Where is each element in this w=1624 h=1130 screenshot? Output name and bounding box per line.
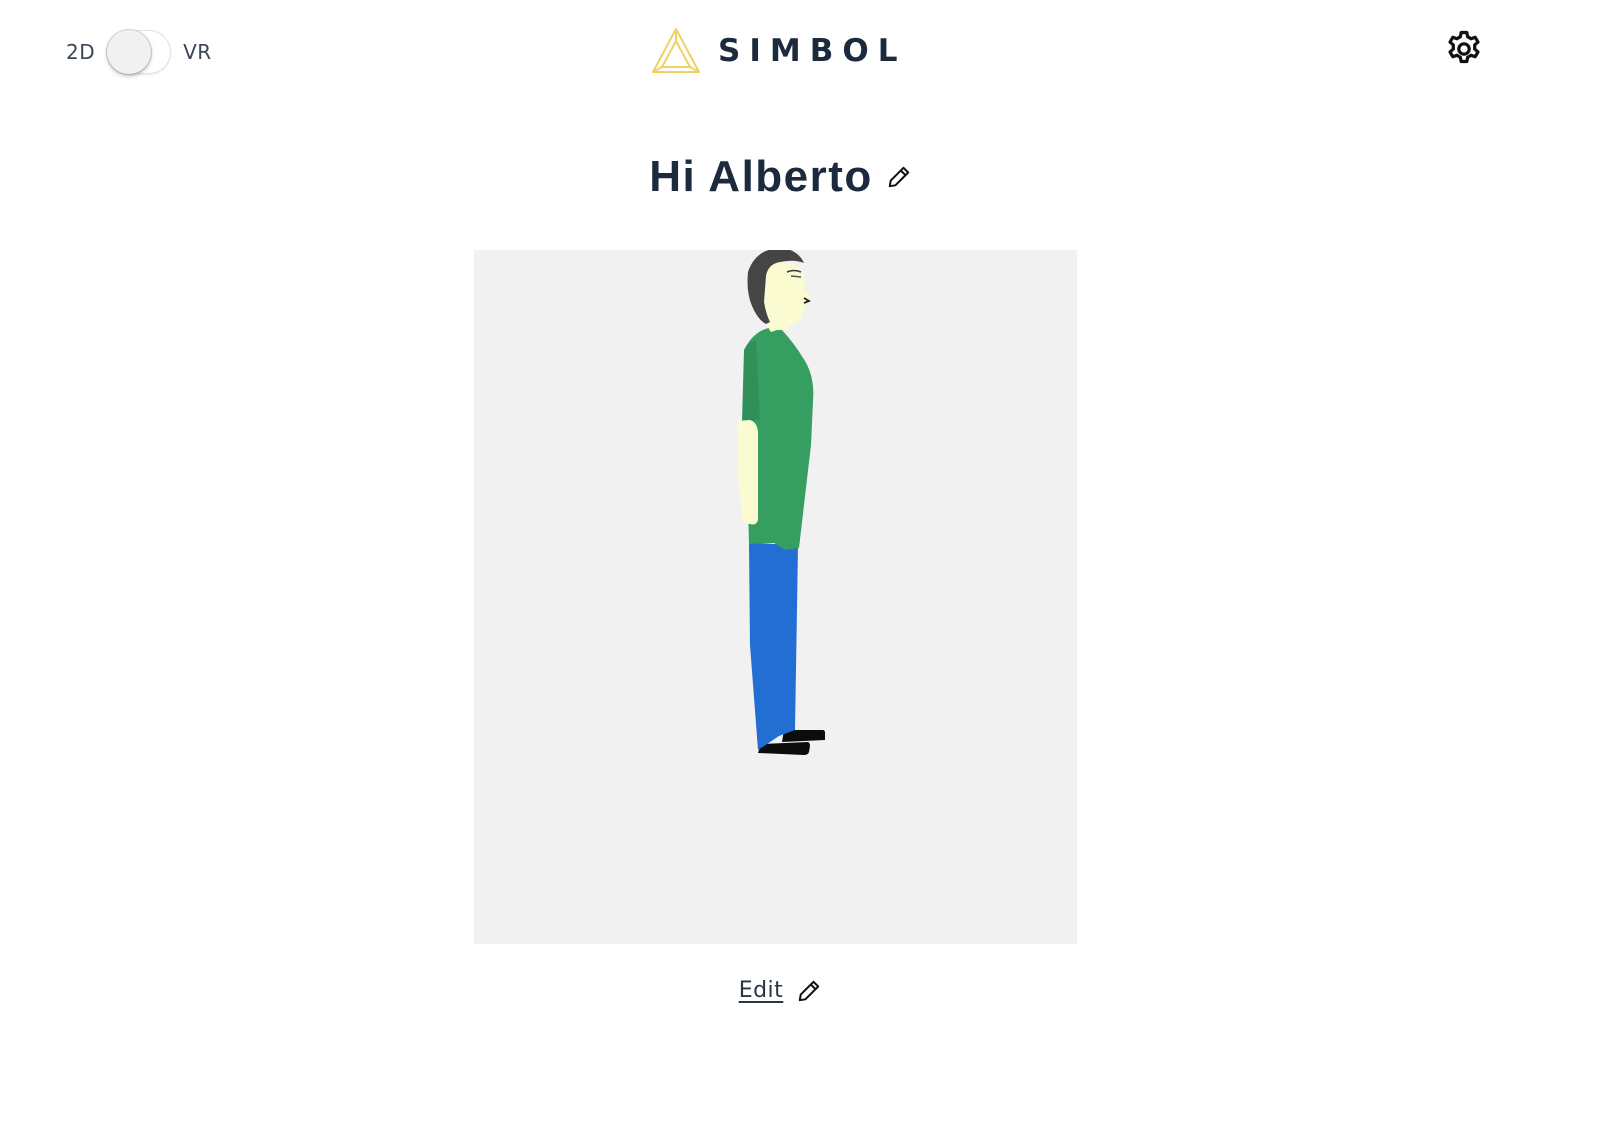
greeting-title: Hi Alberto — [649, 152, 873, 201]
avatar-viewer[interactable] — [474, 250, 1077, 944]
greeting: Hi Alberto — [0, 147, 1560, 207]
avatar-figure[interactable] — [474, 250, 1077, 944]
avatar-eye — [790, 275, 802, 278]
pencil-icon[interactable] — [887, 165, 911, 189]
edit-avatar-link[interactable]: Edit — [739, 978, 784, 1003]
avatar-pants — [749, 543, 798, 750]
mode-label-2d: 2D — [66, 40, 96, 64]
gear-icon[interactable] — [1444, 29, 1484, 69]
avatar-face — [763, 262, 810, 332]
avatar-arm — [737, 420, 758, 525]
mode-switch[interactable] — [107, 30, 172, 74]
mode-switch-knob[interactable] — [107, 30, 152, 74]
triangle-logo-icon — [652, 28, 700, 73]
edit-avatar-row: Edit — [0, 978, 1560, 1003]
pencil-icon[interactable] — [797, 979, 821, 1003]
brand-logo: SIMBOL — [652, 27, 906, 75]
brand-name: SIMBOL — [718, 33, 907, 69]
app-page: 2D VR SIMBOL Hi Alberto Edit — [0, 0, 1624, 1130]
mode-label-vr: VR — [183, 40, 212, 64]
view-mode-toggle: 2D VR — [66, 28, 212, 76]
